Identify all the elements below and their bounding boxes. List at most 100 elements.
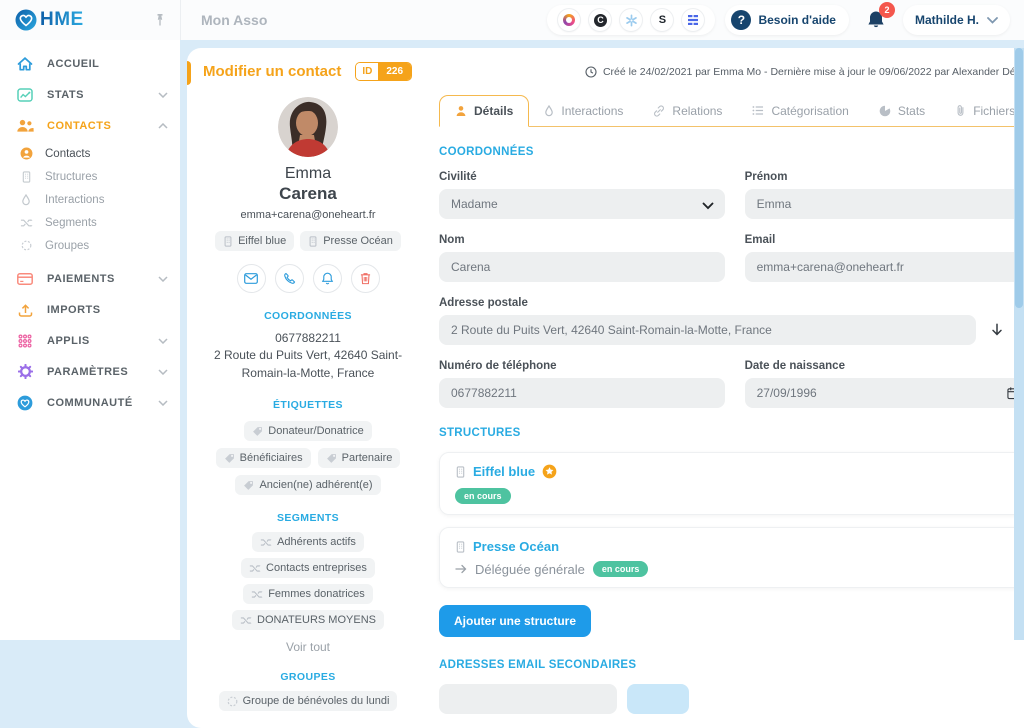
- tag-chip[interactable]: Bénéficiaires: [216, 448, 311, 468]
- building-icon: [223, 236, 233, 247]
- tag-chip[interactable]: Partenaire: [318, 448, 401, 468]
- pie-chart-icon: [879, 105, 891, 117]
- sidebar-item-parametres[interactable]: PARAMÈTRES: [0, 356, 180, 387]
- tab-fichiers[interactable]: Fichiers: [940, 95, 1024, 126]
- chevron-down-icon: [158, 92, 168, 98]
- nom-input[interactable]: [439, 252, 725, 282]
- structure-chip[interactable]: Eiffel blue: [215, 231, 294, 251]
- scrollbar-thumb[interactable]: [1015, 48, 1023, 308]
- prenom-input[interactable]: [745, 189, 1024, 219]
- contact-last-name: Carena: [201, 184, 415, 204]
- clock-icon: [585, 66, 597, 78]
- contacts-submenu: Contacts Structures Interactions Segment…: [0, 142, 180, 257]
- structure-role: Déléguée générale: [475, 562, 585, 577]
- add-structure-button[interactable]: Ajouter une structure: [439, 605, 591, 637]
- sidebar-subitem-segments[interactable]: Segments: [0, 211, 180, 234]
- contact-id-badge: ID 226: [355, 62, 412, 81]
- s-letter-app-icon[interactable]: S: [651, 9, 673, 31]
- civilite-field: Civilité Madame: [439, 171, 725, 219]
- sidebar-subitem-structures[interactable]: Structures: [0, 165, 180, 188]
- color-ring-app-icon[interactable]: [558, 9, 580, 31]
- call-button[interactable]: [275, 264, 304, 293]
- trash-icon: [360, 272, 371, 285]
- status-badge: en cours: [593, 561, 649, 577]
- user-menu[interactable]: Mathilde H.: [903, 5, 1010, 35]
- naissance-input[interactable]: [745, 378, 1024, 408]
- bell-icon: [321, 272, 334, 285]
- stats-icon: [16, 88, 34, 102]
- people-icon: [16, 119, 34, 132]
- sidebar-item-contacts[interactable]: CONTACTS: [0, 110, 180, 141]
- send-email-button[interactable]: [237, 264, 266, 293]
- segment-chip[interactable]: Femmes donatrices: [243, 584, 373, 604]
- topbar-right: C S ? Besoin d'aide 2 Mathilde H.: [547, 0, 1024, 40]
- sidebar-item-imports[interactable]: IMPORTS: [0, 294, 180, 325]
- voir-tout-link[interactable]: Voir tout: [201, 640, 415, 654]
- question-icon: ?: [731, 10, 751, 30]
- dashed-circle-icon: [19, 240, 33, 251]
- app-logo[interactable]: HME: [14, 8, 84, 32]
- blue-flower-app-icon[interactable]: [620, 9, 642, 31]
- tag-chip[interactable]: Donateur/Donatrice: [244, 421, 371, 441]
- sidebar-item-stats[interactable]: STATS: [0, 79, 180, 110]
- form-emails-title: ADRESSES EMAIL SECONDAIRES: [439, 659, 1024, 671]
- secondary-email-input[interactable]: [439, 684, 617, 714]
- tab-interactions[interactable]: Interactions: [529, 95, 638, 126]
- pin-icon[interactable]: [154, 13, 166, 27]
- email-input[interactable]: [745, 252, 1024, 282]
- download-address-button[interactable]: [990, 323, 1004, 337]
- sidebar-item-applis[interactable]: APPLIS: [0, 325, 180, 356]
- notifications-button[interactable]: 2: [859, 3, 893, 37]
- nom-field: Nom: [439, 234, 725, 282]
- sidebar-subitem-contacts[interactable]: Contacts: [0, 142, 180, 165]
- contact-first-name: Emma: [201, 165, 415, 183]
- secondary-email-row: [439, 684, 1024, 714]
- sidebar-item-communaute[interactable]: COMMUNAUTÉ: [0, 387, 180, 418]
- person-icon: [455, 105, 467, 117]
- sidebar-subitem-groupes[interactable]: Groupes: [0, 234, 180, 257]
- adresse-field: Adresse postale: [439, 297, 1024, 309]
- structure-name-link[interactable]: Presse Océan: [473, 539, 559, 554]
- tab-relations[interactable]: Relations: [638, 95, 737, 126]
- tabs: Détails Interactions Relations Caté: [439, 95, 1024, 127]
- structure-name-link[interactable]: Eiffel blue: [473, 464, 535, 479]
- structure-card[interactable]: Eiffel blue en cours: [439, 452, 1024, 515]
- civilite-select[interactable]: Madame: [439, 189, 725, 219]
- prenom-field: Prénom: [745, 171, 1024, 219]
- heart-circle-icon: [16, 395, 34, 411]
- adresse-input[interactable]: [439, 315, 976, 345]
- contact-summary-panel: Emma Carena emma+carena@oneheart.fr Eiff…: [201, 87, 415, 714]
- segment-chip[interactable]: DONATEURS MOYENS: [232, 610, 384, 630]
- blue-grid-app-icon[interactable]: [682, 9, 704, 31]
- logo-zone: HME: [0, 0, 180, 40]
- tab-details[interactable]: Détails: [439, 95, 529, 127]
- favorite-star-icon[interactable]: [542, 464, 557, 479]
- sidebar-subitem-interactions[interactable]: Interactions: [0, 188, 180, 211]
- page-scrollbar[interactable]: [1014, 48, 1024, 640]
- telephone-input[interactable]: [439, 378, 725, 408]
- paperclip-icon: [955, 104, 966, 117]
- help-label: Besoin d'aide: [758, 13, 836, 27]
- heart-logo-icon: [14, 8, 38, 32]
- delete-contact-button[interactable]: [351, 264, 380, 293]
- sidebar-item-paiements[interactable]: PAIEMENTS: [0, 263, 180, 294]
- tab-stats[interactable]: Stats: [864, 95, 940, 126]
- segment-chip[interactable]: Contacts entreprises: [241, 558, 375, 578]
- droplet-icon: [544, 105, 554, 117]
- dark-c-app-icon[interactable]: C: [589, 9, 611, 31]
- segment-chip[interactable]: Adhérents actifs: [252, 532, 364, 552]
- topbar: HME Mon Asso C S ? Besoin d'aide 2 Math: [0, 0, 1024, 40]
- tab-categorisation[interactable]: Catégorisation: [737, 95, 863, 126]
- sidebar-item-accueil[interactable]: ACCUEIL: [0, 48, 180, 79]
- shuffle-icon: [19, 218, 33, 228]
- group-chip[interactable]: Groupe de bénévoles du lundi: [219, 691, 398, 711]
- tag-chip[interactable]: Ancien(ne) adhérent(e): [235, 475, 380, 495]
- help-button[interactable]: ? Besoin d'aide: [725, 5, 849, 35]
- chevron-down-icon: [158, 400, 168, 406]
- tag-icon: [252, 426, 263, 437]
- structure-chip[interactable]: Presse Océan: [300, 231, 401, 251]
- structure-card[interactable]: Presse Océan Déléguée générale en cours: [439, 527, 1024, 588]
- reminder-bell-button[interactable]: [313, 264, 342, 293]
- apps-grid-icon: [16, 334, 34, 348]
- secondary-email-add-button[interactable]: [627, 684, 689, 714]
